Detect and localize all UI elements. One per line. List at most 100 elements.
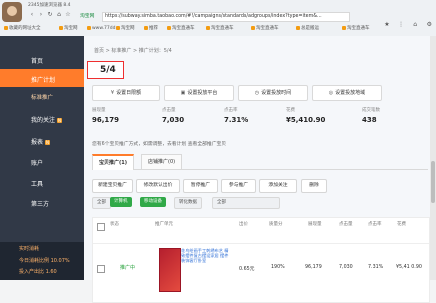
stat-label: 成交笔数 [362, 108, 380, 113]
map-icon: ◎ [328, 90, 334, 96]
reload-icon[interactable]: ↻ [46, 11, 54, 19]
set-daily-budget-button[interactable]: ¥ 设置日限额 [92, 85, 160, 101]
sidebar-item-label: 报表 N [31, 139, 51, 146]
stat-orders: 成交笔数 438 [362, 105, 436, 131]
consumption-ratio: 今日消耗比例 10.07% [19, 258, 70, 264]
add-follow-button[interactable]: 添加关注 [259, 179, 297, 193]
join-promotion-button[interactable]: 参与推广 [221, 179, 256, 193]
scrollbar-thumb[interactable] [431, 161, 435, 203]
sidebar-subitem-standard[interactable]: 标准推广 [31, 93, 53, 101]
bookmark-icon [116, 25, 120, 30]
select-all-checkbox[interactable] [97, 223, 105, 231]
bookmark-icon [296, 25, 300, 30]
row-cost: ¥5,41 0.90 [396, 265, 422, 270]
sidebar-item-label: 我的关注 N [31, 117, 63, 124]
product-image[interactable] [159, 248, 181, 292]
platform-icon: ▣ [180, 90, 186, 96]
sidebar-item-campaign[interactable]: 推广计划 [0, 69, 84, 87]
filter-dropdown[interactable]: 全部 [212, 197, 280, 209]
table-row[interactable]: 推广中 花鸟绘画手工刺绣布艺 精致摆件复古摆设家居 摆件装饰客厅卧室 0.65元… [93, 243, 429, 298]
set-region-button[interactable]: ◎ 设置投放地域 [312, 85, 382, 101]
new-badge: N [57, 118, 63, 123]
home-icon[interactable]: ⌂ [55, 11, 63, 19]
bookmark-item[interactable]: 淘宝网 [57, 25, 80, 32]
sidebar-item-label: 首页 [31, 58, 44, 65]
filter-computer[interactable]: 计算机 [110, 197, 132, 207]
bookmark-item[interactable]: 推荐 [142, 25, 160, 32]
bookmark-bar: 收藏的网址大全 淘宝网 www.77dd 淘宝网 推荐 淘宝直通车 淘宝直通车 … [2, 24, 434, 34]
filter-mobile[interactable]: 移动设备 [140, 197, 166, 207]
sidebar-item-label: 账户 [31, 160, 44, 167]
star-icon[interactable]: ☆ [64, 11, 72, 19]
campaign-page-indicator: 5/4 [100, 65, 116, 75]
forward-icon[interactable]: › [37, 11, 45, 19]
bookmark-icon [4, 25, 8, 30]
pause-promotion-button[interactable]: 暂停推广 [183, 179, 218, 193]
row-impressions: 96,179 [305, 265, 322, 270]
setting-buttons: ¥ 设置日限额 ▣ 设置投放平台 ◷ 设置投放时间 ◎ 设置投放地域 [92, 85, 422, 103]
sidebar-item-third-party[interactable]: 第三方 [0, 193, 84, 211]
stat-label: 展现量 [92, 108, 106, 113]
sidebar-item-home[interactable]: 首页 [0, 50, 84, 68]
new-product-button[interactable]: 新建宝贝推广 [92, 179, 133, 193]
back-icon[interactable]: ‹ [28, 11, 36, 19]
column-header-cost: 花费 [397, 222, 406, 227]
vertical-scrollbar[interactable] [430, 36, 436, 280]
breadcrumb: 首页 > 标准推广 > 推广计划：5/4 [94, 48, 172, 54]
bookmark-item[interactable]: 收藏的网址大全 [2, 25, 43, 32]
column-header-clicks: 点击量 [339, 222, 353, 227]
sidebar-item-account[interactable]: 账户 [0, 152, 84, 170]
bookmark-item[interactable]: 淘宝网 [114, 25, 137, 32]
tab-shop-promotion[interactable]: 店铺推广(0) [141, 154, 183, 169]
bookmark-icon [59, 25, 63, 30]
realtime-consumption-label: 实时消耗 [19, 246, 40, 252]
secure-label: 淘宝网 [80, 14, 95, 19]
sidebar-summary: 实时消耗 今日消耗比例 10.07% 投入产出比 1.60 [0, 242, 84, 280]
row-checkbox[interactable] [97, 265, 105, 273]
sidebar-item-label: 工具 [31, 181, 44, 188]
bookmark-icon [87, 25, 91, 30]
url-field[interactable]: https://subway.simba.taobao.com/#!/campa… [102, 12, 350, 22]
row-quality: 190% [271, 265, 285, 270]
bookmark-item[interactable]: 淘宝直通车 [204, 25, 236, 32]
product-table: 状态 推广单元 出价 质量分 展现量 点击量 点击率 花费 推广中 花鸟绘画手工… [92, 217, 430, 303]
sidebar-item-report[interactable]: 报表 N [0, 131, 84, 149]
bookmark-icon [342, 25, 346, 30]
column-header-unit: 推广单元 [155, 222, 173, 227]
campaign-notice: 您有6个宝贝推广方式，如需调整，去看计划 查看全部推广宝贝 [92, 142, 227, 147]
sidebar-item-follow[interactable]: 我的关注 N [0, 109, 84, 127]
delete-button[interactable]: 删除 [301, 179, 327, 193]
browser-title: 2345加速浏览器 8.4 [28, 3, 71, 8]
set-platform-button[interactable]: ▣ 设置投放平台 [164, 85, 234, 101]
clock-icon: ◷ [254, 90, 260, 96]
bookmark-item[interactable]: 总是搬运 [294, 25, 321, 32]
filter-bar: 全部 计算机 移动设备 转化数据 全部 [92, 197, 428, 213]
filter-conversion[interactable]: 转化数据 [174, 197, 202, 209]
browser-top-actions: ★ ⋮ ⌂ ⚙ [382, 11, 434, 28]
sidebar-item-label: 推广计划 [31, 77, 56, 84]
set-time-button[interactable]: ◷ 设置投放时间 [238, 85, 308, 101]
bookmark-icon [206, 25, 210, 30]
modify-default-bid-button[interactable]: 修改默认出价 [136, 179, 180, 193]
sidebar-item-tool[interactable]: 工具 [0, 173, 84, 191]
column-header-bid: 出价 [239, 222, 248, 227]
tab-product-promotion[interactable]: 宝贝推广(1) [92, 154, 135, 170]
address-bar-row: ‹ › ↻ ⌂ ☆ 淘宝网 https://subway.simba.taoba… [28, 11, 428, 22]
bookmark-icon [167, 25, 171, 30]
campaign-tabs: 宝贝推广(1) 店铺推广(0) [92, 151, 428, 170]
stat-value: 96,179 [92, 116, 120, 124]
filter-all[interactable]: 全部 [92, 197, 111, 209]
bookmark-icon [144, 25, 148, 30]
stat-value: 7.31% [224, 116, 249, 124]
profile-avatar[interactable] [2, 2, 22, 22]
stat-cost: 花费 ¥5,410.90 [286, 105, 364, 131]
bookmark-item[interactable]: 淘宝直通车 [165, 25, 197, 32]
campaign-stats: 展现量 96,179 点击量 7,030 点击率 7.31% 花费 ¥5,410.90 … [92, 105, 428, 133]
column-header-status: 状态 [110, 222, 119, 227]
product-title-link[interactable]: 花鸟绘画手工刺绣布艺 精致摆件复古摆设家居 摆件装饰客厅卧室 [181, 248, 229, 263]
stat-label: 点击率 [224, 108, 238, 113]
bookmark-item[interactable]: 淘宝直通车 [340, 25, 372, 32]
bookmark-item[interactable]: www.77dd [85, 25, 118, 32]
new-badge: N [45, 140, 51, 145]
bookmark-item[interactable]: 淘宝直通车 [249, 25, 281, 32]
